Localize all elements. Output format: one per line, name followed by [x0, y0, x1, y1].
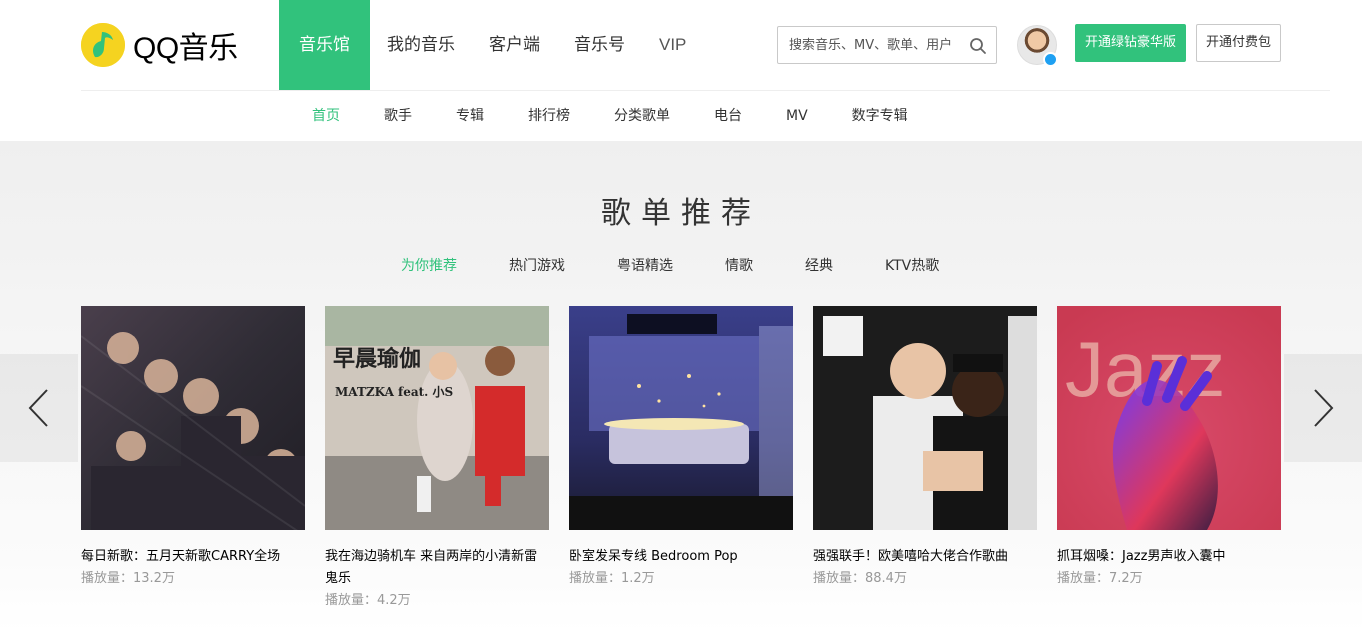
- playlist-play-count: 播放量：13.2万: [81, 571, 175, 586]
- nav-my-music[interactable]: 我的音乐: [370, 0, 472, 90]
- subnav-charts[interactable]: 排行榜: [506, 91, 592, 141]
- subnav-category-playlists[interactable]: 分类歌单: [592, 91, 692, 141]
- playlist-card[interactable]: 强强联手！欧美嘻哈大佬合作歌曲 播放量：88.4万: [813, 306, 1037, 590]
- playlist-card[interactable]: 每日新歌：五月天新歌CARRY全场 播放量：13.2万: [81, 306, 305, 590]
- playlist-card[interactable]: 卧室发呆专线 Bedroom Pop 播放量：1.2万: [569, 306, 793, 590]
- carousel-next-button[interactable]: [1284, 354, 1362, 462]
- logo-text: QQ音乐: [133, 32, 238, 65]
- subnav-singers[interactable]: 歌手: [362, 91, 434, 141]
- main-nav: 音乐馆 我的音乐 客户端 音乐号 VIP: [279, 0, 703, 90]
- tab-cantonese[interactable]: 粤语精选: [591, 255, 699, 277]
- subnav-digital-albums[interactable]: 数字专辑: [830, 91, 930, 141]
- playlist-title[interactable]: 我在海边骑机车 来自两岸的小清新雷鬼乐: [325, 546, 549, 590]
- playlist-play-count: 播放量：7.2万: [1057, 571, 1143, 586]
- playlist-title[interactable]: 强强联手！欧美嘻哈大佬合作歌曲: [813, 546, 1037, 568]
- nav-vip[interactable]: VIP: [642, 0, 703, 90]
- subnav-mv[interactable]: MV: [764, 91, 830, 141]
- category-tabs: 为你推荐 热门游戏 粤语精选 情歌 经典 KTV热歌: [375, 255, 965, 277]
- playlist-cover[interactable]: [813, 306, 1037, 530]
- chevron-right-icon: [1314, 389, 1334, 427]
- cover-subtitle-text: MATZKA feat. 小S: [335, 384, 453, 399]
- playlist-play-count: 播放量：4.2万: [325, 593, 411, 608]
- playlist-card[interactable]: Jazz 抓耳烟嗓：Jazz男声收入囊中 播放量：7.2万: [1057, 306, 1281, 590]
- playlist-play-count: 播放量：1.2万: [569, 571, 655, 586]
- playlist-cover[interactable]: Jazz: [1057, 306, 1281, 530]
- open-paid-pack-button[interactable]: 开通付费包: [1196, 24, 1281, 62]
- subnav-albums[interactable]: 专辑: [434, 91, 506, 141]
- section-title: 歌单推荐: [601, 196, 761, 231]
- search-icon[interactable]: [969, 37, 987, 55]
- playlist-cover[interactable]: [569, 306, 793, 530]
- playlist-title[interactable]: 抓耳烟嗓：Jazz男声收入囊中: [1057, 546, 1281, 568]
- nav-music-hall[interactable]: 音乐馆: [279, 0, 370, 90]
- open-green-vip-button[interactable]: 开通绿钻豪华版: [1075, 24, 1186, 62]
- search-input[interactable]: [778, 27, 964, 63]
- tab-classics[interactable]: 经典: [779, 255, 859, 277]
- subnav-home[interactable]: 首页: [290, 91, 362, 141]
- playlist-play-count: 播放量：88.4万: [813, 571, 907, 586]
- playlist-title[interactable]: 卧室发呆专线 Bedroom Pop: [569, 546, 793, 568]
- sub-nav: 首页 歌手 专辑 排行榜 分类歌单 电台 MV 数字专辑: [290, 91, 930, 141]
- cover-title-text: 早晨瑜伽: [333, 346, 421, 372]
- playlist-recommend-section: 歌单推荐 为你推荐 热门游戏 粤语精选 情歌 经典 KTV热歌 每日新歌：五月天…: [0, 141, 1362, 632]
- logo[interactable]: QQ音乐: [81, 22, 238, 68]
- nav-client[interactable]: 客户端: [472, 0, 557, 90]
- tab-ktv[interactable]: KTV热歌: [859, 255, 965, 277]
- subnav-radio[interactable]: 电台: [692, 91, 764, 141]
- tab-for-you[interactable]: 为你推荐: [375, 255, 483, 277]
- playlist-title[interactable]: 每日新歌：五月天新歌CARRY全场: [81, 546, 305, 568]
- chevron-left-icon: [28, 389, 48, 427]
- playlist-cover[interactable]: [81, 306, 305, 530]
- playlist-cover[interactable]: 早晨瑜伽 MATZKA feat. 小S: [325, 306, 549, 530]
- carousel-prev-button[interactable]: [0, 354, 78, 462]
- music-note-icon: [81, 23, 125, 67]
- nav-music-account[interactable]: 音乐号: [557, 0, 642, 90]
- playlist-card[interactable]: 早晨瑜伽 MATZKA feat. 小S 我在海边骑机车 来自两岸的小清新雷鬼乐…: [325, 306, 549, 612]
- search-box: [777, 26, 997, 64]
- tab-love-songs[interactable]: 情歌: [699, 255, 779, 277]
- header: QQ音乐 音乐馆 我的音乐 客户端 音乐号 VIP 开通绿钻豪华版 开通付费包: [0, 0, 1362, 90]
- user-badge-icon: [1043, 52, 1058, 67]
- tab-hot-games[interactable]: 热门游戏: [483, 255, 591, 277]
